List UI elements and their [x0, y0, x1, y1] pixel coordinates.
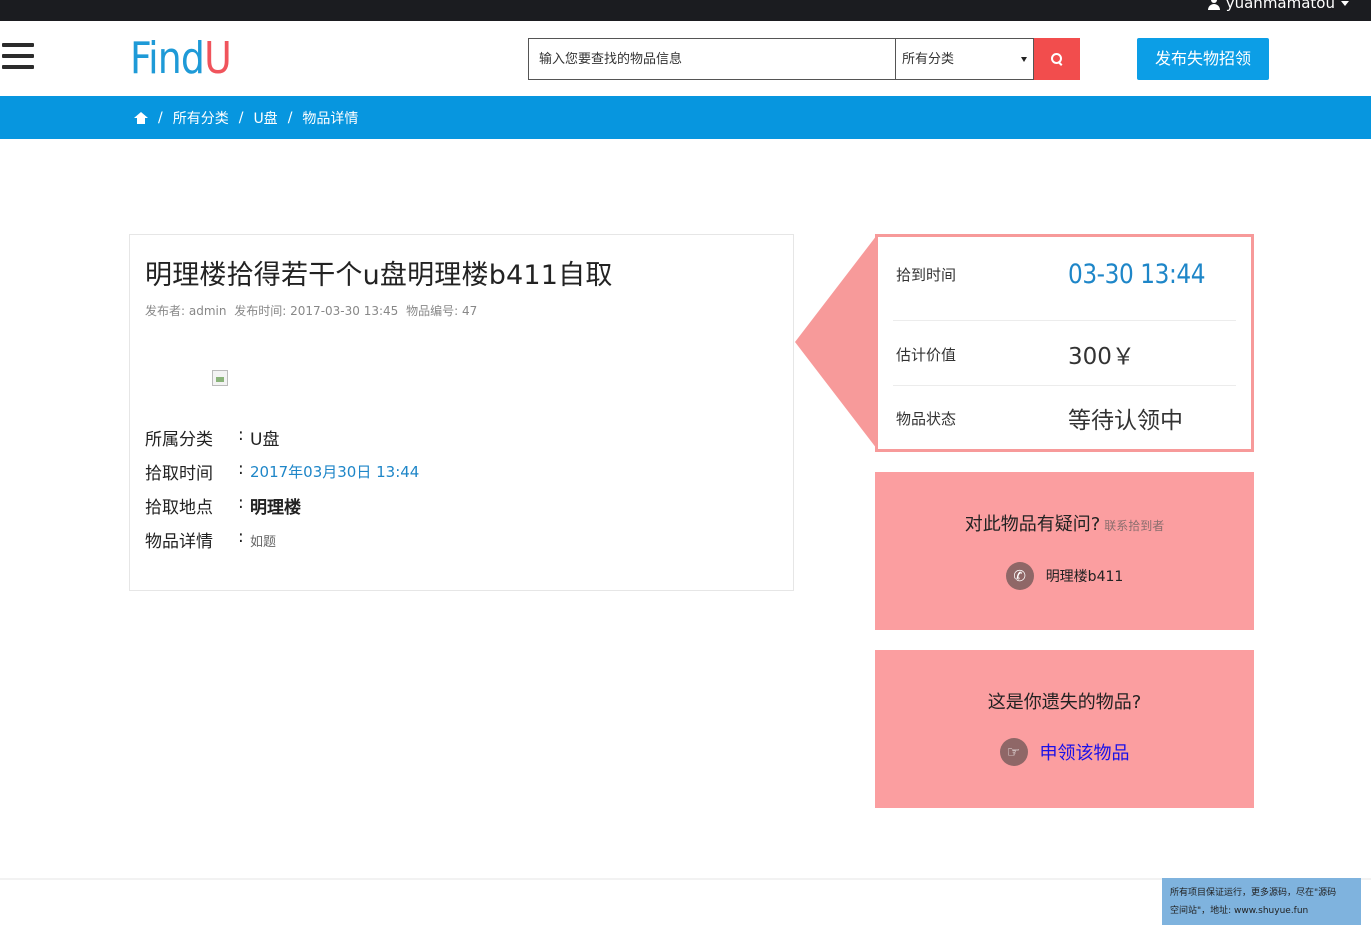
- field-colon: :: [238, 527, 244, 547]
- pointer-arrow: [795, 235, 877, 449]
- phone-icon: ✆: [1005, 562, 1034, 590]
- breadcrumb-all-categories[interactable]: 所有分类: [173, 108, 229, 128]
- summary-row-status: 物品状态 等待认领中: [896, 401, 1233, 435]
- field-value: 明理楼: [250, 498, 301, 518]
- breadcrumb-separator: /: [158, 109, 163, 126]
- dropdown-arrow-icon: [1021, 57, 1027, 62]
- menu-icon[interactable]: [2, 43, 34, 71]
- summary-value: 等待认领中: [1068, 408, 1183, 434]
- source-note: 所有项目保证运行，更多源码，尽在"源码 空间站"，地址: www.shuyue.…: [1162, 878, 1361, 925]
- claim-line: ☞ 申领该物品: [875, 738, 1254, 766]
- summary-label: 物品状态: [896, 409, 957, 428]
- summary-row-time: 拾到时间 03-30 13:44: [896, 259, 1233, 290]
- summary-label: 拾到时间: [896, 266, 957, 284]
- source-note-line: 所有项目保证运行，更多源码，尽在"源码: [1170, 888, 1337, 898]
- field-value: 2017年03月30日 13:44: [250, 463, 420, 481]
- summary-row-value: 估计价值 300￥: [896, 337, 1233, 371]
- item-number: 物品编号: 47: [406, 304, 478, 318]
- publish-lost-found-button[interactable]: 发布失物招领: [1137, 38, 1269, 80]
- contact-question-text: 对此物品有疑问?: [964, 514, 1101, 535]
- chevron-down-icon: [1341, 0, 1349, 6]
- logo-find: Find: [130, 33, 205, 84]
- breadcrumb-separator: /: [238, 109, 244, 126]
- claim-question: 这是你遗失的物品?: [987, 692, 1142, 713]
- breadcrumb-separator: /: [287, 109, 293, 126]
- field-pickup-location: 拾取地点 : 明理楼: [145, 493, 301, 518]
- summary-label: 估计价值: [896, 345, 957, 364]
- search-icon: [1051, 53, 1063, 65]
- publisher: 发布者: admin: [145, 304, 227, 318]
- item-detail-card: 明理楼拾得若干个u盘明理楼b411自取 发布者: admin 发布时间: 201…: [129, 234, 794, 591]
- search-input[interactable]: [528, 38, 895, 80]
- site-header: FindU 所有分类 发布失物招领: [0, 21, 1371, 96]
- contact-line: ✆ 明理楼b411: [875, 562, 1254, 590]
- logo-u: U: [204, 33, 232, 84]
- source-note-line: 空间站"，地址: www.shuyue.fun: [1170, 906, 1309, 916]
- category-selected: 所有分类: [902, 52, 955, 67]
- field-pickup-time: 拾取时间 : 2017年03月30日 13:44: [145, 459, 419, 484]
- hand-point-icon: ☞: [999, 738, 1028, 766]
- contact-hint: 联系拾到者: [1104, 519, 1165, 533]
- top-bar: yuanmamatou: [0, 0, 1371, 21]
- item-meta: 发布者: admin 发布时间: 2017-03-30 13:45 物品编号: …: [145, 302, 481, 319]
- user-menu[interactable]: yuanmamatou: [1207, 0, 1349, 12]
- divider: [893, 385, 1236, 386]
- field-details: 物品详情 : 如题: [145, 527, 276, 552]
- home-icon[interactable]: [134, 111, 148, 124]
- field-category: 所属分类 : U盘: [145, 425, 279, 450]
- contact-question: 对此物品有疑问? 联系拾到者: [875, 510, 1254, 536]
- divider: [893, 320, 1236, 321]
- category-select[interactable]: 所有分类: [895, 38, 1034, 80]
- contact-finder-box: 对此物品有疑问? 联系拾到者 ✆ 明理楼b411: [875, 472, 1254, 630]
- field-label: 拾取时间: [145, 464, 213, 484]
- item-image: [212, 370, 228, 386]
- field-value: 如题: [250, 535, 277, 550]
- contact-info: 明理楼b411: [1045, 569, 1124, 585]
- summary-value: 300￥: [1068, 344, 1135, 370]
- claim-item-box: 这是你遗失的物品? ☞ 申领该物品: [875, 650, 1254, 808]
- claim-item-link[interactable]: 申领该物品: [1040, 739, 1130, 765]
- username: yuanmamatou: [1225, 0, 1335, 12]
- search-button[interactable]: [1034, 38, 1080, 80]
- item-summary-box: 拾到时间 03-30 13:44 估计价值 300￥ 物品状态 等待认领中: [875, 234, 1254, 452]
- publish-time: 发布时间: 2017-03-30 13:45: [234, 304, 399, 318]
- field-label: 拾取地点: [145, 498, 213, 518]
- search-bar: 所有分类: [528, 38, 1080, 80]
- item-title: 明理楼拾得若干个u盘明理楼b411自取: [145, 260, 613, 291]
- breadcrumb-bar: / 所有分类 / U盘 / 物品详情: [0, 96, 1371, 139]
- field-label: 物品详情: [145, 532, 213, 552]
- field-label: 所属分类: [145, 430, 213, 450]
- logo[interactable]: FindU: [130, 33, 232, 85]
- summary-value: 03-30 13:44: [1068, 259, 1206, 290]
- field-colon: :: [238, 425, 244, 445]
- user-icon: [1207, 0, 1220, 10]
- field-colon: :: [238, 459, 244, 479]
- breadcrumb: / 所有分类 / U盘 / 物品详情: [134, 96, 358, 139]
- field-value: U盘: [250, 430, 280, 450]
- breadcrumb-usb[interactable]: U盘: [253, 108, 277, 128]
- field-colon: :: [238, 493, 244, 513]
- breadcrumb-item-detail[interactable]: 物品详情: [302, 108, 358, 128]
